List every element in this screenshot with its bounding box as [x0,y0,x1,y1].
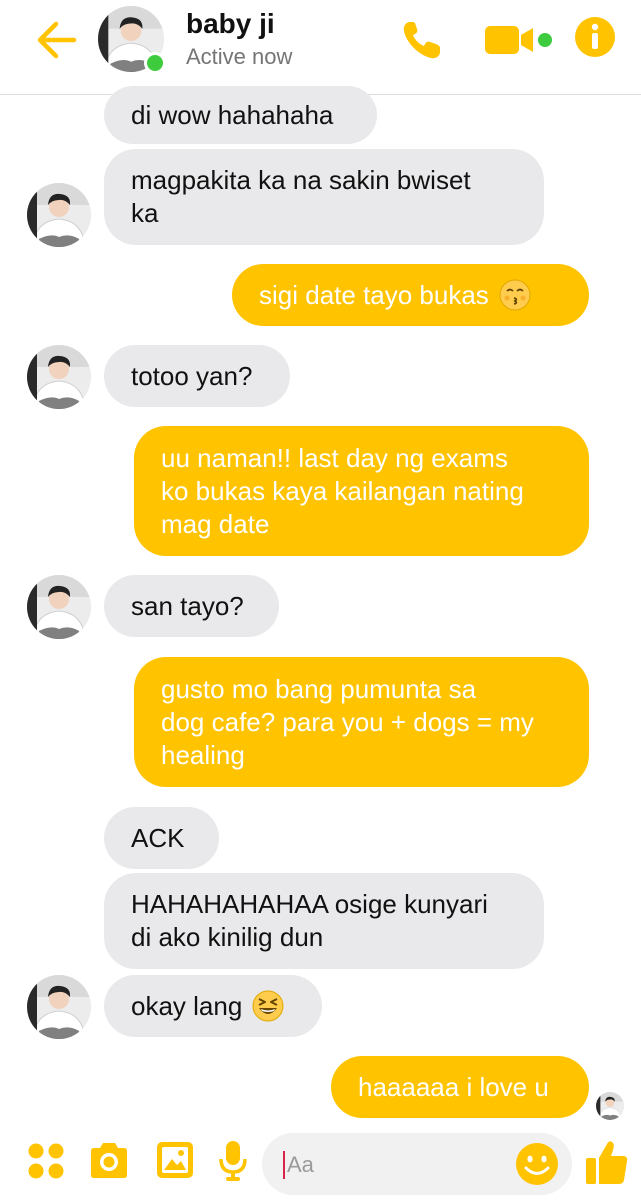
call-button[interactable] [400,18,448,62]
message-text: totoo yan? [131,360,253,391]
message-text-line: ka [131,198,159,228]
smiley-face-icon [516,1143,558,1185]
message-bubble-received[interactable]: HAHAHAHAHAA osige kunyari di ako kinilig… [104,873,544,969]
message-text-line: HAHAHAHAHAA osige kunyari [131,889,488,919]
message-input[interactable] [287,1150,487,1180]
voice-message-button[interactable] [218,1139,248,1183]
kissing-face-icon [499,279,531,311]
camera-icon [91,1143,127,1178]
emoji-button[interactable] [512,1139,562,1189]
arrow-left-icon [37,21,77,59]
message-text: sigi date tayo bukas [259,279,489,310]
message-text-line: di ako kinilig dun [131,922,324,952]
sender-avatar[interactable] [27,183,91,247]
text-caret [283,1151,285,1179]
message-text-line: ko bukas kaya kailangan nating [161,475,524,506]
video-camera-icon [485,26,552,54]
message-bubble-received[interactable]: san tayo? [104,575,279,637]
contact-name[interactable]: baby ji [186,8,275,40]
phone-icon [403,22,440,59]
more-apps-button[interactable] [26,1141,66,1181]
more-apps-icon [28,1143,64,1179]
info-icon [575,17,615,57]
message-text-line: healing [161,739,245,770]
message-bubble-sent[interactable]: sigi date tayo bukas [232,264,589,326]
message-text: haaaaaa i love u [358,1071,549,1102]
back-button[interactable] [34,20,78,60]
message-bubble-sent[interactable]: haaaaaa i love u [331,1056,589,1118]
message-text-line: magpakita ka na sakin bwiset [131,165,471,195]
message-bubble-received[interactable]: di wow hahahaha [104,86,377,144]
chat-header: baby ji Active now [0,0,641,95]
online-status-dot [144,52,166,74]
message-bubble-sent[interactable]: gusto mo bang pumunta sa dog cafe? para … [134,657,589,787]
message-bubble-received[interactable]: ACK [104,807,219,869]
sender-avatar[interactable] [27,575,91,639]
video-call-button[interactable] [483,22,557,56]
seen-receipt-avatar [596,1092,624,1120]
message-text: di wow hahahaha [131,99,334,130]
camera-button[interactable] [87,1141,131,1181]
message-bubble-received[interactable]: totoo yan? [104,345,290,407]
message-text-line: gusto mo bang pumunta sa [161,673,477,704]
contact-avatar[interactable] [98,6,166,74]
sender-avatar[interactable] [27,975,91,1039]
message-input-container[interactable] [262,1133,572,1195]
message-composer [0,1125,641,1200]
message-bubble-received[interactable]: okay lang [104,975,322,1037]
message-text-line: dog cafe? para you + dogs = my [161,706,534,737]
thumbs-up-icon [586,1141,628,1184]
sender-avatar[interactable] [27,345,91,409]
grinning-squinting-face-icon [252,990,284,1022]
conversation-info-button[interactable] [574,16,616,58]
message-text: san tayo? [131,590,244,621]
microphone-icon [219,1141,247,1181]
message-bubble-sent[interactable]: uu naman!! last day ng exams ko bukas ka… [134,426,589,556]
message-text: okay lang [131,990,243,1021]
message-text-line: uu naman!! last day ng exams [161,442,508,473]
message-text-line: mag date [161,508,270,539]
send-like-button[interactable] [585,1138,629,1188]
contact-status: Active now [186,44,293,69]
gallery-button[interactable] [155,1140,195,1180]
gallery-icon [157,1142,193,1178]
message-text: ACK [131,822,185,853]
message-bubble-received[interactable]: magpakita ka na sakin bwiset ka [104,149,544,245]
